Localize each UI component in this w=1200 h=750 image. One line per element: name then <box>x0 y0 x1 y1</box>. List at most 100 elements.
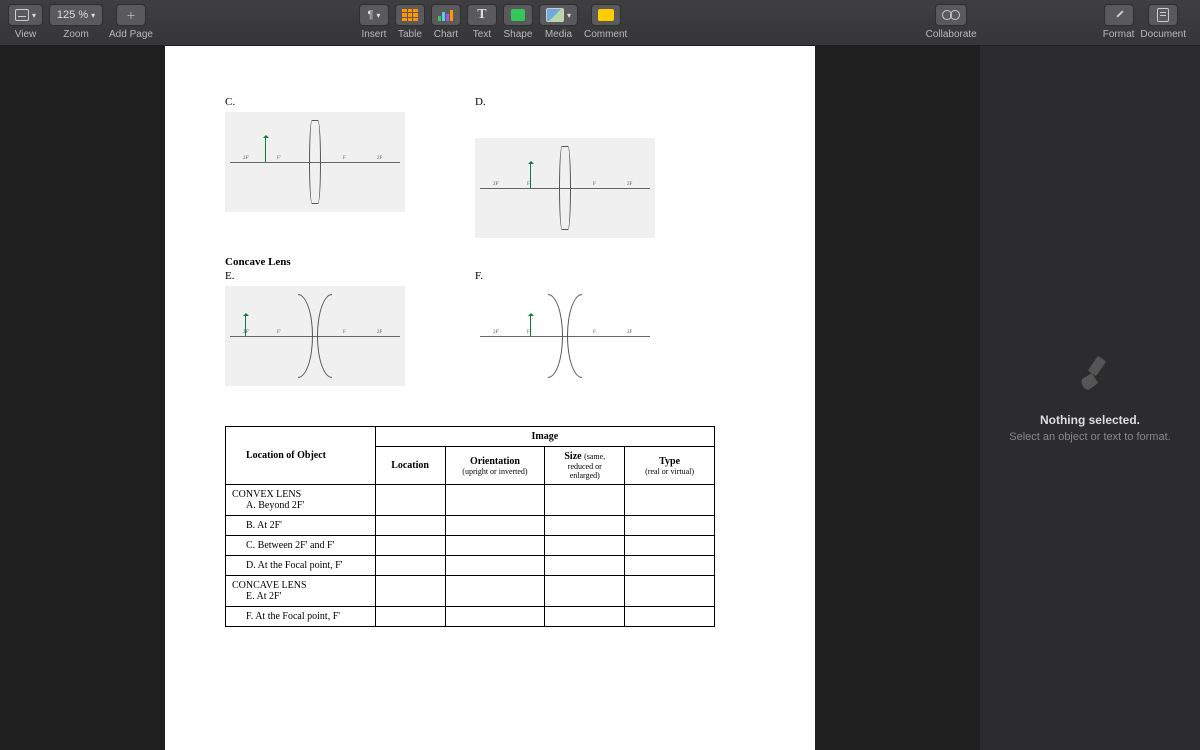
view-icon <box>15 9 29 21</box>
toolbar: ▾ View 125 %▾ Zoom + Add Page ¶▾ Insert … <box>0 0 1200 46</box>
view-label: View <box>15 29 37 40</box>
tick-2fp: 2F' <box>243 156 249 161</box>
zoom-button[interactable]: 125 %▾ <box>49 4 103 26</box>
tick-2f: 2F <box>377 330 382 335</box>
add-page-group: + Add Page <box>109 4 153 40</box>
collaborate-label: Collaborate <box>926 29 977 40</box>
table-button[interactable] <box>395 4 425 26</box>
media-icon <box>546 8 564 22</box>
convex-lens-icon <box>559 146 571 230</box>
canvas-area[interactable]: C. 2F' F' F 2F D. <box>0 46 980 750</box>
cell-c: C. Between 2F' and F' <box>226 536 376 556</box>
text-label: Text <box>473 29 491 40</box>
tick-fp: F' <box>527 182 531 187</box>
shape-button[interactable] <box>503 4 533 26</box>
cell-concave-e[interactable]: CONCAVE LENSE. At 2F' <box>226 576 376 607</box>
diagram-row-cd: C. 2F' F' F 2F D. <box>225 96 755 238</box>
table-label: Table <box>398 29 422 40</box>
tick-2fp: 2F' <box>493 182 499 187</box>
zoom-group: 125 %▾ Zoom <box>49 4 103 40</box>
media-label: Media <box>545 29 572 40</box>
label-c: C. <box>225 96 425 108</box>
tick-fp: F' <box>527 330 531 335</box>
text-button[interactable]: T <box>467 4 497 26</box>
comment-icon <box>598 9 614 21</box>
table-row[interactable]: CONVEX LENSA. Beyond 2F' <box>226 485 715 516</box>
chevron-down-icon: ▾ <box>376 11 380 20</box>
inspector-panel: Nothing selected. Select an object or te… <box>980 46 1200 750</box>
diagram-f: F. 2F' F' F 2F <box>475 270 675 386</box>
insert-label: Insert <box>361 29 386 40</box>
col-type: Type(real or virtual) <box>625 447 715 485</box>
document-icon <box>1157 8 1169 22</box>
col-location: Location <box>375 447 445 485</box>
insert-group: ¶▾ Insert <box>359 4 389 40</box>
view-button[interactable]: ▾ <box>8 4 43 26</box>
diagram-row-ef: E. 2F' F' F 2F F. <box>225 270 755 386</box>
diagram-e-box[interactable]: 2F' F' F 2F <box>225 286 405 386</box>
format-button[interactable] <box>1104 4 1134 26</box>
tick-f: F <box>343 156 346 161</box>
text-group: T Text <box>467 4 497 40</box>
diagram-d-box[interactable]: 2F' F' F 2F <box>475 138 655 238</box>
format-group: Format <box>1103 4 1135 40</box>
diagram-e: E. 2F' F' F 2F <box>225 270 425 386</box>
chevron-down-icon: ▾ <box>567 11 571 20</box>
concave-lens-icon <box>558 294 572 378</box>
zoom-value: 125 % <box>57 9 88 21</box>
label-d: D. <box>475 96 675 108</box>
tick-2fp: 2F' <box>493 330 499 335</box>
plus-icon: + <box>127 7 135 23</box>
comment-button[interactable] <box>591 4 621 26</box>
diagram-f-box[interactable]: 2F' F' F 2F <box>475 286 655 386</box>
shape-icon <box>511 9 525 21</box>
table-row[interactable]: F. At the Focal point, F' <box>226 607 715 627</box>
document-group: Document <box>1140 4 1186 40</box>
tick-fp: F' <box>277 330 281 335</box>
col-size: Size (same,reduced orenlarged) <box>545 447 625 485</box>
cell-convex-a[interactable]: CONVEX LENSA. Beyond 2F' <box>226 485 376 516</box>
concave-lens-icon <box>308 294 322 378</box>
collaborate-group: Collaborate <box>926 4 977 40</box>
diagram-d: D. 2F' F' F 2F <box>475 96 675 238</box>
cell-d: D. At the Focal point, F' <box>226 556 376 576</box>
table-row[interactable]: B. At 2F' <box>226 516 715 536</box>
col-image-span: Image <box>375 427 714 447</box>
tick-f: F <box>593 330 596 335</box>
table-row[interactable]: C. Between 2F' and F' <box>226 536 715 556</box>
shape-label: Shape <box>503 29 532 40</box>
document-page[interactable]: C. 2F' F' F 2F D. <box>165 46 815 750</box>
chart-icon <box>438 9 453 21</box>
table-row[interactable]: D. At the Focal point, F' <box>226 556 715 576</box>
document-button[interactable] <box>1148 4 1178 26</box>
label-f: F. <box>475 270 675 282</box>
worksheet-table[interactable]: Location of Object Image Location Orient… <box>225 426 715 627</box>
shape-group: Shape <box>503 4 533 40</box>
cell-b: B. At 2F' <box>226 516 376 536</box>
label-e: E. <box>225 270 425 282</box>
convex-lens-icon <box>309 120 321 204</box>
chevron-down-icon: ▾ <box>91 11 95 20</box>
chevron-down-icon: ▾ <box>32 11 36 20</box>
add-page-button[interactable]: + <box>116 4 146 26</box>
document-label: Document <box>1140 29 1186 40</box>
chart-button[interactable] <box>431 4 461 26</box>
table-header-row-1: Location of Object Image <box>226 427 715 447</box>
table-row[interactable]: CONCAVE LENSE. At 2F' <box>226 576 715 607</box>
chart-group: Chart <box>431 4 461 40</box>
col-orientation: Orientation(upright or inverted) <box>445 447 545 485</box>
media-button[interactable]: ▾ <box>539 4 578 26</box>
table-icon <box>402 9 418 21</box>
zoom-label: Zoom <box>63 29 89 40</box>
brush-icon <box>1112 8 1126 22</box>
comment-group: Comment <box>584 4 627 40</box>
col-object: Location of Object <box>226 427 376 485</box>
tick-fp: F' <box>277 156 281 161</box>
inspector-subtext: Select an object or text to format. <box>1009 431 1170 443</box>
text-icon: T <box>477 7 486 23</box>
object-arrow <box>265 136 266 162</box>
tick-2fp: 2F' <box>243 330 249 335</box>
collaborate-button[interactable] <box>935 4 967 26</box>
diagram-c-box[interactable]: 2F' F' F 2F <box>225 112 405 212</box>
insert-button[interactable]: ¶▾ <box>359 4 389 26</box>
